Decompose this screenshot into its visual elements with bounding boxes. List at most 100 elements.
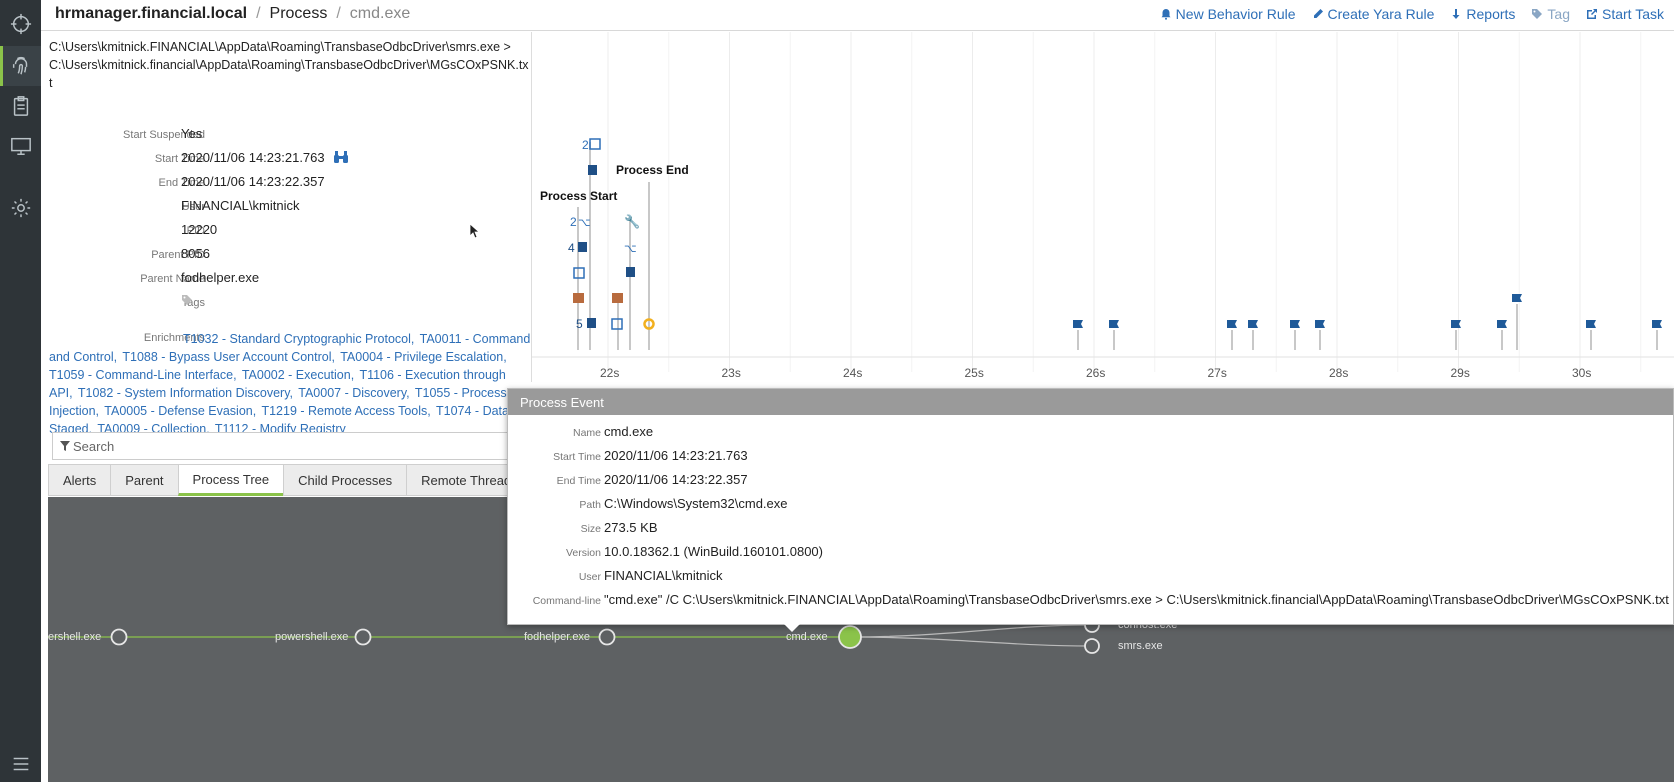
popover-row-label: User (578, 571, 601, 583)
copy-event-icon[interactable] (587, 318, 596, 328)
image-event-icon[interactable] (573, 293, 584, 303)
end-time-value: 2020/11/06 14:23:22.357 (181, 174, 325, 189)
enrichment-link[interactable]: TA0004 - Privilege Escalation, (340, 350, 507, 364)
prop-user: User FINANCIAL\kmitnick (41, 198, 531, 218)
tree-node-label[interactable]: cmd.exe (786, 631, 828, 643)
pid-value: 12220 (181, 222, 218, 237)
tab-child-processes[interactable]: Child Processes (283, 464, 407, 496)
tree-node-label[interactable]: smrs.exe (1118, 640, 1163, 652)
copy-event-icon[interactable] (578, 242, 587, 252)
enrichment-link[interactable]: T1082 - System Information Discovery, (78, 386, 293, 400)
enrichment-link[interactable]: TA0007 - Discovery, (298, 386, 409, 400)
tree-node-label[interactable]: ershell.exe (48, 631, 101, 643)
branch-event-icon[interactable]: ⌥ (578, 216, 591, 229)
flag-event-icon[interactable] (1290, 320, 1300, 328)
crosshair-icon[interactable] (0, 4, 41, 44)
popover-title: Process Event (508, 389, 1673, 415)
prop-parent-pid: Parent PID 8056 (41, 246, 531, 266)
create-yara-rule-button[interactable]: Create Yara Rule (1312, 6, 1434, 22)
branch-event-icon[interactable]: ⌥ (624, 242, 637, 255)
prop-pid: PID 12220 (41, 222, 531, 242)
enrichments-list: T1032 - Standard Cryptographic Protocol,… (49, 330, 531, 438)
enrichment-link[interactable]: T1088 - Bypass User Account Control, (122, 350, 335, 364)
event-count: 2 (582, 138, 589, 152)
tree-node-label[interactable]: powershell.exe (275, 631, 348, 643)
prop-value: 12220 (181, 222, 217, 237)
flag-event-icon[interactable] (1652, 320, 1662, 328)
clipboard-icon[interactable] (0, 86, 41, 126)
popover-row-label: Version (565, 547, 601, 559)
copy-event-icon[interactable] (626, 267, 635, 277)
flag-event-icon[interactable] (1315, 320, 1325, 328)
tree-node[interactable] (354, 628, 372, 646)
search-input[interactable] (73, 436, 503, 456)
tag-icon[interactable] (181, 294, 193, 306)
popover-row: Size 273.5 KB (508, 519, 1674, 541)
popover-row-value: cmd.exe (604, 424, 654, 439)
enrichment-link[interactable]: TA0005 - Defense Evasion, (104, 404, 256, 418)
save-event-icon[interactable] (589, 138, 601, 150)
flag-event-icon[interactable] (1512, 294, 1522, 302)
new-behavior-rule-button[interactable]: New Behavior Rule (1160, 6, 1296, 22)
breadcrumb-section[interactable]: Process (270, 5, 328, 22)
enrichment-link[interactable]: T1032 - Standard Cryptographic Protocol, (183, 332, 414, 346)
tab-process-tree[interactable]: Process Tree (177, 464, 284, 496)
binoculars-icon[interactable] (333, 151, 349, 164)
prop-value: 8056 (181, 246, 210, 261)
event-count: 2 (570, 215, 577, 229)
prop-value: Yes (181, 126, 202, 141)
parent-pid-value: 8056 (181, 246, 210, 261)
monitor-icon[interactable] (0, 126, 41, 166)
tree-node[interactable] (110, 628, 128, 646)
axis-tick-label: 28s (1329, 366, 1348, 380)
image-event-icon[interactable] (612, 293, 623, 303)
prop-start-suspended: Start Suspended Yes (41, 126, 531, 146)
fingerprint-icon[interactable] (0, 46, 41, 86)
prop-value (181, 294, 193, 306)
prop-start-time: Start Time 2020/11/06 14:23:21.763 (41, 150, 531, 170)
process-details-panel: C:\Users\kmitnick.FINANCIAL\AppData\Roam… (41, 32, 531, 436)
popover-row-value: 10.0.18362.1 (WinBuild.160101.0800) (604, 544, 823, 559)
tree-node-selected[interactable] (838, 625, 862, 649)
tree-node-label[interactable]: fodhelper.exe (524, 631, 590, 643)
popover-row: End Time 2020/11/06 14:23:22.357 (508, 471, 1674, 493)
event-timeline[interactable]: 22s 23s 24s 25s 26s 27s 28s 29s 30s Process Star… (531, 32, 1674, 382)
flag-event-icon[interactable] (1248, 320, 1258, 328)
left-nav (0, 0, 41, 782)
breadcrumb-current: cmd.exe (349, 5, 411, 22)
parent-name-value[interactable]: fodhelper.exe (181, 270, 259, 285)
timeline-canvas[interactable]: 22s 23s 24s 25s 26s 27s 28s 29s 30s Process Star… (532, 32, 1674, 382)
flag-event-icon[interactable] (1451, 320, 1461, 328)
axis-tick-label: 26s (1086, 366, 1105, 380)
breadcrumb-host[interactable]: hrmanager.financial.local (55, 5, 247, 22)
flag-event-icon[interactable] (1586, 320, 1596, 328)
tag-button[interactable]: Tag (1531, 6, 1570, 22)
user-value: FINANCIAL\kmitnick (181, 198, 300, 213)
process-event-popover: Process Event Name cmd.exe Start Time 2020/… (507, 388, 1674, 632)
flag-event-icon[interactable] (1073, 320, 1083, 328)
flag-event-icon[interactable] (1497, 320, 1507, 328)
tree-node[interactable] (598, 628, 616, 646)
prop-parent-name: Parent Name fodhelper.exe (41, 270, 531, 290)
copy-event-icon[interactable] (588, 165, 597, 175)
prop-value: FINANCIAL\kmitnick (181, 198, 299, 213)
reports-label: Reports (1466, 6, 1516, 22)
process-command-path: C:\Users\kmitnick.FINANCIAL\AppData\Roam… (49, 40, 529, 90)
tab-bar: Alerts Parent Process Tree Child Process… (48, 464, 533, 496)
enrichment-link[interactable]: T1219 - Remote Access Tools, (261, 404, 430, 418)
popover-row: User FINANCIAL\kmitnick (508, 567, 1674, 589)
wrench-event-icon[interactable]: 🔧 (624, 213, 640, 230)
reports-button[interactable]: Reports (1450, 6, 1515, 22)
start-task-button[interactable]: Start Task (1586, 6, 1664, 22)
flag-event-icon[interactable] (1227, 320, 1237, 328)
tab-alerts[interactable]: Alerts (48, 464, 111, 496)
enrichment-link[interactable]: TA0002 - Execution, (242, 368, 354, 382)
tree-node[interactable] (1084, 638, 1100, 654)
flag-event-icon[interactable] (1109, 320, 1119, 328)
popover-row-label: Name (572, 427, 601, 439)
enrichment-link[interactable]: T1059 - Command-Line Interface, (49, 368, 237, 382)
hamburger-menu-icon[interactable] (0, 744, 41, 782)
tag-icon (1532, 9, 1543, 19)
gear-icon[interactable] (0, 188, 41, 228)
tab-parent[interactable]: Parent (110, 464, 178, 496)
